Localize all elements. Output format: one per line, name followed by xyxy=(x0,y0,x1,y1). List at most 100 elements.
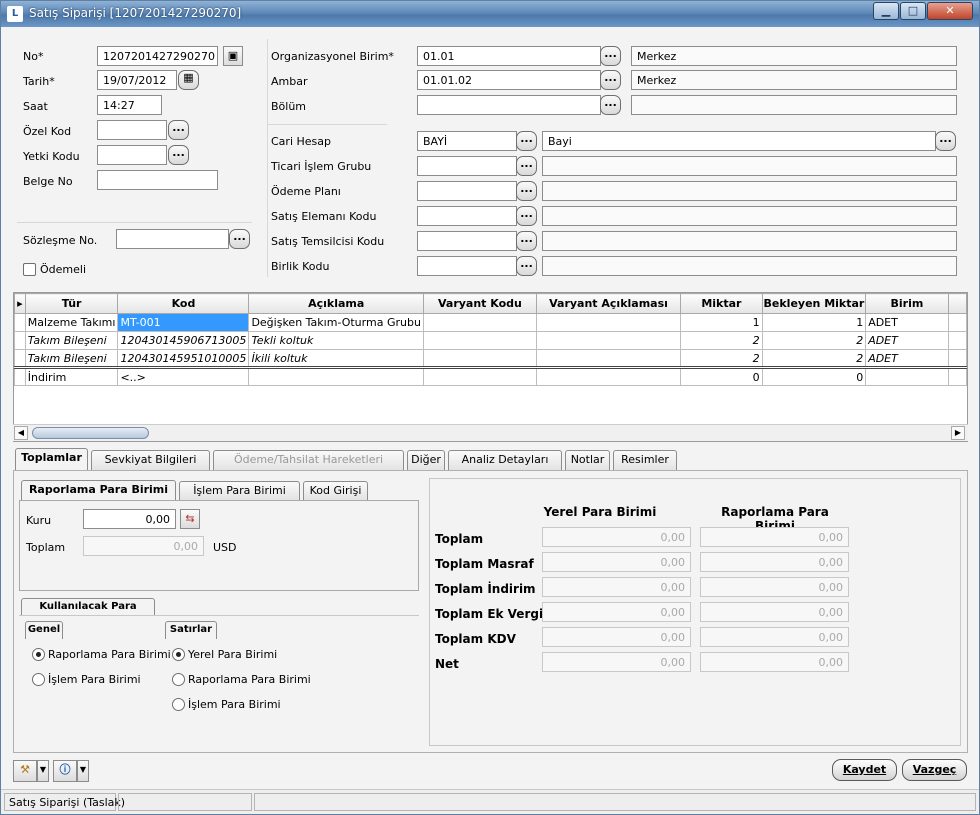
kuru-field[interactable]: 0,00 xyxy=(83,509,176,529)
close-button[interactable]: ✕ xyxy=(927,2,973,20)
code-cell[interactable]: MT-001 xyxy=(117,313,250,332)
bolum-lookup-button[interactable]: ... xyxy=(600,95,621,115)
subtab-kod-girisi[interactable]: Kod Girişi xyxy=(303,481,368,500)
order-lines-grid[interactable]: ▸ Tür Kod Açıklama Varyant Kodu Varyant … xyxy=(13,292,968,442)
cari-name-lookup-button[interactable]: ... xyxy=(935,131,956,151)
variant-desc-cell[interactable] xyxy=(535,366,682,386)
cari-code-field[interactable]: BAYİ xyxy=(417,131,517,151)
tools-dropdown-button[interactable]: ▼ xyxy=(37,760,49,782)
pending-quantity-cell[interactable]: 0 xyxy=(761,366,867,386)
variant-code-cell[interactable] xyxy=(422,331,537,350)
org-code-field[interactable]: 01.01 xyxy=(417,46,601,66)
column-header[interactable]: Bekleyen Miktar xyxy=(761,293,867,314)
variant-desc-cell[interactable] xyxy=(535,313,682,332)
satir-yerel-radio[interactable] xyxy=(172,648,185,661)
column-header[interactable]: Kod xyxy=(117,293,250,314)
title-bar[interactable]: L Satış Siparişi [1207201427290270] ▁ □ … xyxy=(1,1,979,27)
type-cell[interactable]: İndirim xyxy=(24,366,119,386)
description-cell[interactable]: Tekli koltuk xyxy=(248,331,424,350)
date-field[interactable]: 19/07/2012 xyxy=(97,70,177,90)
variant-desc-cell[interactable] xyxy=(535,349,682,368)
code-cell[interactable]: <..> xyxy=(117,366,250,386)
ticari-code-field[interactable] xyxy=(417,156,517,176)
type-cell[interactable]: Takım Bileşeni xyxy=(24,331,119,350)
subtab-islem[interactable]: İşlem Para Birimi xyxy=(179,481,300,500)
column-header[interactable]: Birim xyxy=(865,293,949,314)
minimize-button[interactable]: ▁ xyxy=(873,2,899,20)
time-field[interactable]: 14:27 xyxy=(97,95,162,115)
column-header[interactable]: Açıklama xyxy=(248,293,424,314)
pending-quantity-cell[interactable]: 2 xyxy=(761,331,867,350)
unit-cell[interactable] xyxy=(865,366,949,386)
scroll-thumb[interactable] xyxy=(32,427,149,439)
code-cell[interactable]: 120430145951010005 xyxy=(117,349,250,368)
horizontal-scrollbar[interactable]: ◀ ▶ xyxy=(13,424,968,441)
ozel-kod-field[interactable] xyxy=(97,120,167,140)
variant-code-cell[interactable] xyxy=(422,313,537,332)
bolum-code-field[interactable] xyxy=(417,95,601,115)
no-field[interactable]: 1207201427290270 xyxy=(97,46,218,66)
genel-raporlama-radio[interactable] xyxy=(32,648,45,661)
quantity-cell[interactable]: 0 xyxy=(680,366,763,386)
calendar-button[interactable]: ▦ xyxy=(178,70,199,90)
tab-notlar[interactable]: Notlar xyxy=(565,450,610,470)
info-dropdown-button[interactable]: ▼ xyxy=(77,760,89,782)
variant-code-cell[interactable] xyxy=(422,366,537,386)
code-cell[interactable]: 120430145906713005 xyxy=(117,331,250,350)
save-button[interactable]: Kaydet xyxy=(832,759,897,781)
column-header[interactable]: Miktar xyxy=(680,293,763,314)
cancel-button[interactable]: Vazgeç xyxy=(902,759,967,781)
pending-quantity-cell[interactable]: 2 xyxy=(761,349,867,368)
satis-temsilci-code-field[interactable] xyxy=(417,231,517,251)
sozlesme-lookup-button[interactable]: ... xyxy=(229,229,250,249)
exchange-rate-button[interactable]: ⇆ xyxy=(180,509,200,529)
column-header[interactable]: Varyant Kodu xyxy=(422,293,537,314)
column-header[interactable]: Tür xyxy=(24,293,119,314)
org-lookup-button[interactable]: ... xyxy=(600,46,621,66)
quantity-cell[interactable]: 2 xyxy=(680,349,763,368)
satis-temsilci-lookup-button[interactable]: ... xyxy=(516,231,537,251)
unit-cell[interactable]: ADET xyxy=(865,313,949,332)
numbering-button[interactable]: ▣ xyxy=(223,46,243,66)
satis-elemani-code-field[interactable] xyxy=(417,206,517,226)
satir-raporlama-radio[interactable] xyxy=(172,673,185,686)
genel-islem-radio[interactable] xyxy=(32,673,45,686)
table-row[interactable]: Takım Bileşeni 120430145951010005 İkili … xyxy=(14,349,967,368)
unit-cell[interactable]: ADET xyxy=(865,349,949,368)
table-row[interactable]: Takım Bileşeni 120430145906713005 Tekli … xyxy=(14,331,967,350)
ambar-lookup-button[interactable]: ... xyxy=(600,70,621,90)
belge-no-field[interactable] xyxy=(97,170,218,190)
yetki-kodu-lookup-button[interactable]: ... xyxy=(168,145,189,165)
maximize-button[interactable]: □ xyxy=(900,2,926,20)
tab-sevkiyat[interactable]: Sevkiyat Bilgileri xyxy=(91,450,210,470)
yetki-kodu-field[interactable] xyxy=(97,145,167,165)
info-button[interactable]: ⓘ xyxy=(53,760,77,782)
table-row[interactable]: Malzeme Takımı MT-001 Değişken Takım-Otu… xyxy=(14,313,967,332)
variant-code-cell[interactable] xyxy=(422,349,537,368)
column-header[interactable]: Varyant Açıklaması xyxy=(535,293,682,314)
quantity-cell[interactable]: 1 xyxy=(680,313,763,332)
subtab-raporlama[interactable]: Raporlama Para Birimi xyxy=(21,480,176,500)
scroll-left-icon[interactable]: ◀ xyxy=(14,426,28,440)
description-cell[interactable] xyxy=(248,366,424,386)
ticari-lookup-button[interactable]: ... xyxy=(516,156,537,176)
unit-cell[interactable]: ADET xyxy=(865,331,949,350)
type-cell[interactable]: Takım Bileşeni xyxy=(24,349,119,368)
pending-quantity-cell[interactable]: 1 xyxy=(761,313,867,332)
scroll-right-icon[interactable]: ▶ xyxy=(951,426,965,440)
tab-resimler[interactable]: Resimler xyxy=(613,450,677,470)
discount-row[interactable]: İndirim <..> 0 0 xyxy=(14,366,967,386)
odeme-plani-lookup-button[interactable]: ... xyxy=(516,181,537,201)
birlik-kodu-code-field[interactable] xyxy=(417,256,517,276)
cari-lookup-button[interactable]: ... xyxy=(516,131,537,151)
birlik-kodu-lookup-button[interactable]: ... xyxy=(516,256,537,276)
cari-name-field[interactable]: Bayi xyxy=(542,131,936,151)
description-cell[interactable]: İkili koltuk xyxy=(248,349,424,368)
ambar-code-field[interactable]: 01.01.02 xyxy=(417,70,601,90)
ozel-kod-lookup-button[interactable]: ... xyxy=(168,120,189,140)
description-cell[interactable]: Değişken Takım-Oturma Grubu xyxy=(248,313,424,332)
tab-diger[interactable]: Diğer xyxy=(407,450,445,470)
tab-analiz[interactable]: Analiz Detayları xyxy=(448,450,562,470)
tools-button[interactable]: ⚒ xyxy=(13,760,37,782)
satis-elemani-lookup-button[interactable]: ... xyxy=(516,206,537,226)
